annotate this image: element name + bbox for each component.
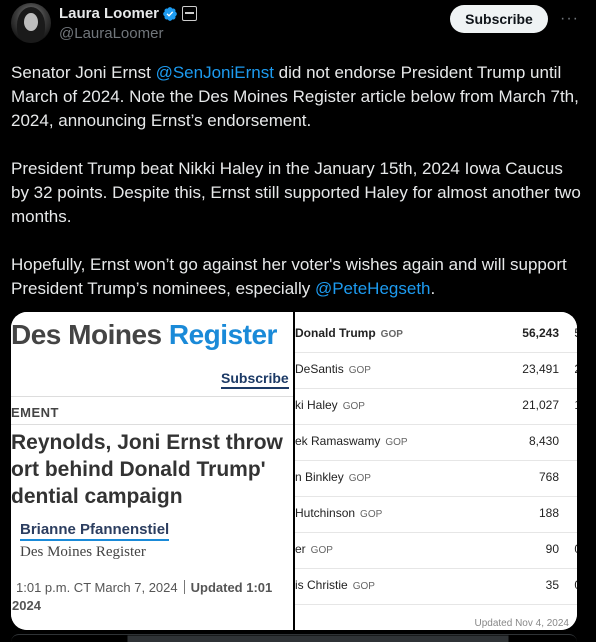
candidate-name: ek Ramaswamy GOP <box>295 434 408 448</box>
candidate-name: Hutchinson GOP <box>295 506 382 520</box>
candidate-name: er GOP <box>295 542 333 556</box>
party-label: GOP <box>348 473 371 484</box>
avatar-face <box>24 13 38 31</box>
party-label: GOP <box>380 329 403 340</box>
table-row: Donald Trump GOP 56,243 5 <box>295 316 577 353</box>
candidate-name: is Christie GOP <box>295 578 375 592</box>
vote-count: 768 <box>538 470 559 484</box>
party-label: GOP <box>348 365 371 376</box>
table-row: ek Ramaswamy GOP 8,430 <box>295 424 577 461</box>
vote-count: 23,491 <box>522 362 559 376</box>
candidate-label: Donald Trump <box>295 326 376 340</box>
table-row: ki Haley GOP 21,027 1 <box>295 388 577 425</box>
article-date: 1:01 p.m. CT March 7, 2024 Updated 1:01 <box>16 580 272 595</box>
article-screenshot: Des Moines Register Subscribe EMENT Reyn… <box>11 312 293 630</box>
verified-badge-icon <box>163 7 177 21</box>
article-subscribe-link: Subscribe <box>221 370 289 389</box>
vote-percent-clipped: 2 <box>574 362 577 376</box>
masthead-text: Des Moines <box>11 319 169 350</box>
vote-percent-clipped: 0 <box>574 542 577 556</box>
party-label: GOP <box>310 545 333 556</box>
candidate-label: DeSantis <box>295 362 344 376</box>
candidate-label: ek Ramaswamy <box>295 434 381 448</box>
candidate-label: n Binkley <box>295 470 344 484</box>
vote-count: 21,027 <box>522 398 559 412</box>
candidate-label: Hutchinson <box>295 506 356 520</box>
table-row: n Binkley GOP 768 <box>295 460 577 497</box>
more-options-icon[interactable]: ··· <box>560 10 578 27</box>
vote-percent-clipped: 1 <box>574 398 577 412</box>
candidate-name: ki Haley GOP <box>295 398 365 412</box>
tweet-text-segment: . <box>430 279 436 298</box>
headline-line: ort behind Donald Trump' <box>11 458 266 481</box>
headline-line: dential campaign <box>11 485 183 508</box>
date-text: 1:01 p.m. CT March 7, 2024 <box>16 580 178 595</box>
vote-count: 8,430 <box>528 434 559 448</box>
masthead: Des Moines Register <box>11 319 277 351</box>
tweet-paragraph-2: President Trump beat Nikki Haley in the … <box>11 159 581 226</box>
party-label: GOP <box>360 509 383 520</box>
vote-count: 56,243 <box>522 326 559 340</box>
divider <box>11 396 293 397</box>
table-row: DeSantis GOP 23,491 2 <box>295 352 577 389</box>
updated-text: Updated 1:01 <box>190 580 273 595</box>
candidate-label: ki Haley <box>295 398 338 412</box>
tweet-text-segment: Hopefully, Ernst won’t go against her vo… <box>11 255 567 298</box>
author-handle[interactable]: @LauraLoomer <box>59 25 163 42</box>
candidate-name: Donald Trump GOP <box>295 326 403 340</box>
table-row: is Christie GOP 35 0 <box>295 568 577 605</box>
article-section-label: EMENT <box>11 405 59 420</box>
article-publication: Des Moines Register <box>20 544 146 560</box>
vote-count: 35 <box>545 578 559 592</box>
caucus-results-table: Updated Nov 4, 2024 Donald Trump GOP 56,24… <box>295 312 577 630</box>
party-label: GOP <box>342 401 365 412</box>
divider <box>11 424 293 425</box>
tweet-text-segment: Senator Joni Ernst <box>11 63 156 82</box>
party-label: GOP <box>352 581 375 592</box>
author-name[interactable]: Laura Loomer <box>59 5 159 22</box>
candidate-name: DeSantis GOP <box>295 362 371 376</box>
vote-count: 188 <box>538 506 559 520</box>
masthead-register: Register <box>168 319 278 350</box>
vote-count: 90 <box>545 542 559 556</box>
table-row: er GOP 90 0 <box>295 532 577 569</box>
candidate-label: is Christie <box>295 578 348 592</box>
tweet-text: Senator Joni Ernst @SenJoniErnst did not… <box>11 61 583 325</box>
article-author: Brianne Pfannenstiel <box>20 521 170 541</box>
tweet-paragraph-1: Senator Joni Ernst @SenJoniErnst did not… <box>11 61 583 133</box>
government-badge-icon <box>182 6 197 21</box>
vote-percent-clipped: 5 <box>574 326 577 340</box>
tweet-paragraph-3: Hopefully, Ernst won’t go against her vo… <box>11 253 583 301</box>
attached-image[interactable]: Des Moines Register Subscribe EMENT Reyn… <box>11 312 577 630</box>
headline-line: Reynolds, Joni Ernst throw <box>11 431 283 454</box>
mention-link[interactable]: @SenJoniErnst <box>156 63 274 82</box>
article-updated-year: 2024 <box>12 598 41 613</box>
party-label: GOP <box>385 437 408 448</box>
date-separator <box>183 580 185 594</box>
mention-link[interactable]: @PeteHegseth <box>315 279 431 298</box>
subscribe-button[interactable]: Subscribe <box>450 5 548 33</box>
results-updated-note: Updated Nov 4, 2024 <box>474 618 569 629</box>
table-row: Hutchinson GOP 188 <box>295 496 577 533</box>
avatar[interactable] <box>11 3 51 43</box>
candidate-name: n Binkley GOP <box>295 470 371 484</box>
candidate-label: er <box>295 542 306 556</box>
vote-percent-clipped: 0 <box>574 578 577 592</box>
article-headline: Reynolds, Joni Ernst throw ort behind Do… <box>11 429 293 510</box>
